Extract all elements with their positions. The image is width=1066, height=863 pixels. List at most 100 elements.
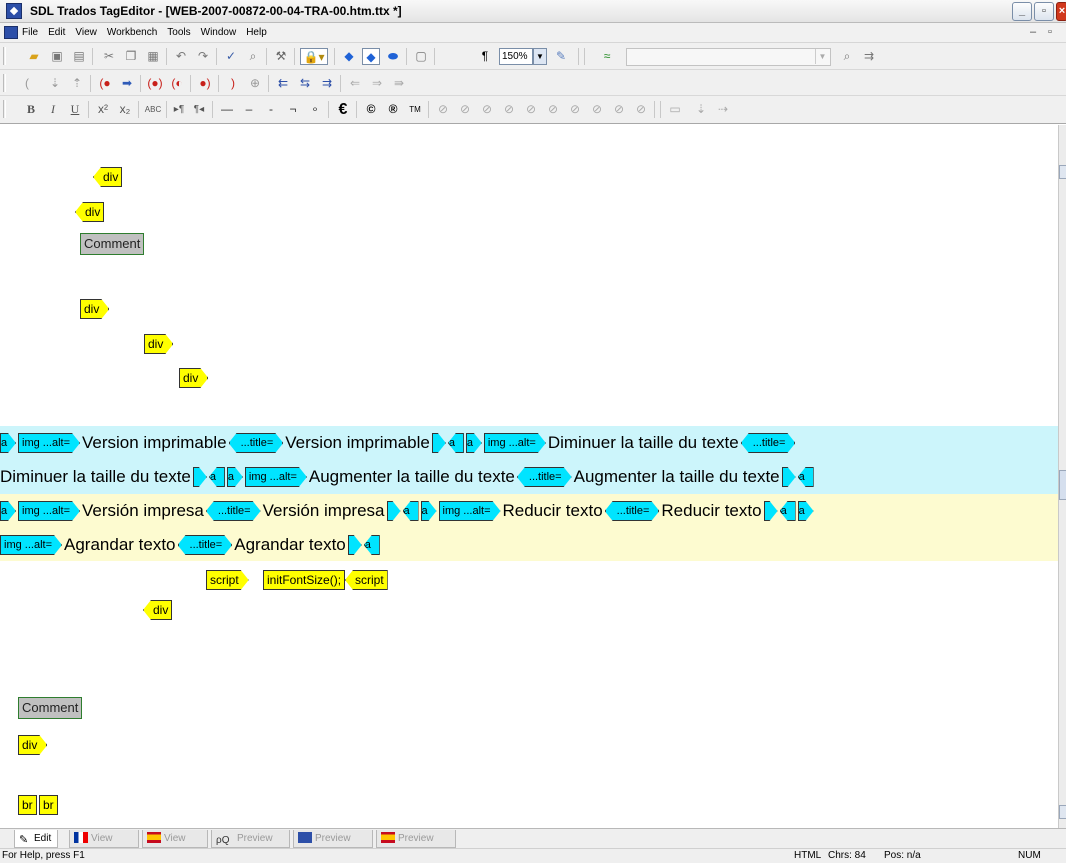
tab-preview-french[interactable]: Preview	[293, 830, 373, 848]
superscript-icon[interactable]: x²	[94, 101, 112, 118]
translate-next-icon[interactable]: ⇒	[368, 75, 386, 92]
title-attr-tag[interactable]: ...title=	[517, 467, 572, 487]
anchor-closing-tag[interactable]: a	[208, 467, 225, 487]
target-text[interactable]: Agrandar texto	[234, 535, 346, 555]
tab-view-spanish[interactable]: View	[142, 830, 208, 848]
set-close-next-icon[interactable]: ➡	[118, 75, 136, 92]
img-closing-tag[interactable]	[193, 467, 207, 487]
insert-tag-icon[interactable]: ▭	[666, 101, 684, 118]
en-dash-icon[interactable]: –	[240, 101, 258, 118]
search-icon[interactable]: ⌕	[838, 48, 856, 65]
br-tag[interactable]: br	[39, 795, 58, 815]
img-alt-tag[interactable]: img ...alt=	[18, 433, 80, 453]
document-icon[interactable]	[4, 26, 18, 39]
lock-dropdown-icon[interactable]: 🔒▾	[300, 48, 328, 65]
div-opening-tag[interactable]: div	[80, 299, 109, 319]
menu-view[interactable]: View	[75, 27, 97, 38]
chevron-down-icon[interactable]: ▼	[815, 49, 829, 64]
pilcrow-icon[interactable]: ¶	[476, 48, 494, 65]
placeable-9-icon[interactable]: ⊘	[610, 101, 628, 118]
menu-window[interactable]: Window	[201, 27, 237, 38]
placeable-6-icon[interactable]: ⊘	[544, 101, 562, 118]
previous-tag-icon[interactable]: ⇣	[692, 101, 710, 118]
tab-edit[interactable]: ✎ Edit	[14, 830, 58, 848]
img-alt-tag[interactable]: img ...alt=	[484, 433, 546, 453]
img-alt-tag[interactable]: img ...alt=	[18, 501, 80, 521]
rtl-mark-icon[interactable]: ¶◂	[190, 101, 208, 118]
toolbar-grip[interactable]	[3, 100, 6, 118]
hyphen-icon[interactable]: -	[262, 101, 280, 118]
cut-icon[interactable]: ✂	[100, 48, 118, 65]
img-closing-tag[interactable]	[387, 501, 401, 521]
div-closing-tag[interactable]: div	[143, 600, 173, 620]
placeable-4-icon[interactable]: ⊘	[500, 101, 518, 118]
concordance-search-icon[interactable]: ⊕	[246, 75, 264, 92]
vertical-scrollbar[interactable]	[1058, 125, 1066, 828]
trademark-icon[interactable]: TM	[406, 101, 424, 118]
menu-workbench[interactable]: Workbench	[107, 27, 157, 38]
subscript-icon[interactable]: x₂	[116, 101, 134, 118]
term-search-field[interactable]	[626, 48, 831, 66]
title-attr-tag[interactable]: ...title=	[605, 501, 660, 521]
open-get-icon[interactable]: (●	[96, 75, 114, 92]
img-closing-tag[interactable]	[764, 501, 778, 521]
title-attr-tag[interactable]: ...title=	[178, 535, 233, 555]
find-icon[interactable]: ⌕	[244, 48, 262, 65]
title-attr-tag[interactable]: ...title=	[206, 501, 261, 521]
target-text[interactable]: Reducir texto	[661, 501, 761, 521]
anchor-opening-tag[interactable]: a	[466, 433, 482, 453]
placeable-1-icon[interactable]: ⊘	[434, 101, 452, 118]
anchor-closing-tag[interactable]: a	[797, 467, 814, 487]
img-closing-tag[interactable]	[348, 535, 362, 555]
img-closing-tag[interactable]	[782, 467, 796, 487]
close-button[interactable]: ×	[1056, 2, 1066, 21]
div-opening-tag[interactable]: div	[144, 334, 173, 354]
paste-icon[interactable]: ▦	[144, 48, 162, 65]
menu-edit[interactable]: Edit	[48, 27, 65, 38]
tab-preview-spanish[interactable]: Preview	[376, 830, 456, 848]
tag-icon[interactable]: ▢	[412, 48, 430, 65]
source-segment[interactable]: a img ...alt= Version imprimable ...titl…	[0, 426, 1058, 494]
translate-all-icon[interactable]: ⇛	[390, 75, 408, 92]
registered-icon[interactable]: ®	[384, 101, 402, 118]
wand-icon[interactable]: ⚒	[272, 48, 290, 65]
get-translation-icon[interactable]: (●)	[146, 75, 164, 92]
em-dash-icon[interactable]: —	[218, 101, 236, 118]
anchor-closing-tag[interactable]: a	[402, 501, 419, 521]
italic-icon[interactable]: I	[44, 101, 62, 118]
menu-help[interactable]: Help	[246, 27, 267, 38]
anchor-closing-tag[interactable]: a	[447, 433, 464, 453]
placeable-2-icon[interactable]: ⊘	[456, 101, 474, 118]
source-text[interactable]: Version imprimable	[82, 433, 227, 453]
spellcheck-icon[interactable]: ✓	[222, 48, 240, 65]
open-segment-icon[interactable]: (	[18, 75, 36, 92]
source-text[interactable]: Augmenter la taille du texte	[309, 467, 515, 487]
degree-icon[interactable]: ∘	[306, 101, 324, 118]
br-tag[interactable]: br	[18, 795, 37, 815]
restore-source-icon[interactable]: (◐	[168, 75, 186, 92]
anchor-opening-tag[interactable]: a	[421, 501, 437, 521]
scroll-up-button[interactable]	[1059, 165, 1066, 179]
copyright-icon[interactable]: ©	[362, 101, 380, 118]
anchor-opening-tag[interactable]: a	[798, 501, 814, 521]
img-closing-tag[interactable]	[432, 433, 446, 453]
source-text[interactable]: Augmenter la taille du texte	[574, 467, 780, 487]
target-text[interactable]: Reducir texto	[503, 501, 603, 521]
print-icon[interactable]: ▤	[70, 48, 88, 65]
next-tag-icon[interactable]: ⇢	[714, 101, 732, 118]
not-sign-icon[interactable]: ¬	[284, 101, 302, 118]
maximize-button[interactable]: ▫	[1034, 2, 1054, 21]
placeable-7-icon[interactable]: ⊘	[566, 101, 584, 118]
minimize-button[interactable]: _	[1012, 2, 1032, 21]
editor-pane[interactable]: div div Comment div div div a img ...alt…	[0, 125, 1058, 828]
placeable-8-icon[interactable]: ⊘	[588, 101, 606, 118]
ltr-mark-icon[interactable]: ▸¶	[170, 101, 188, 118]
menu-tools[interactable]: Tools	[167, 27, 190, 38]
target-text[interactable]: Versión impresa	[263, 501, 385, 521]
mdi-minimize-button[interactable]: –	[1030, 26, 1036, 38]
comment-tag[interactable]: Comment	[18, 697, 83, 719]
copy-icon[interactable]: ❐	[122, 48, 140, 65]
save-icon[interactable]: ▣	[48, 48, 66, 65]
tab-view-french[interactable]: View	[69, 830, 139, 848]
source-text[interactable]: Diminuer la taille du texte	[0, 467, 191, 487]
